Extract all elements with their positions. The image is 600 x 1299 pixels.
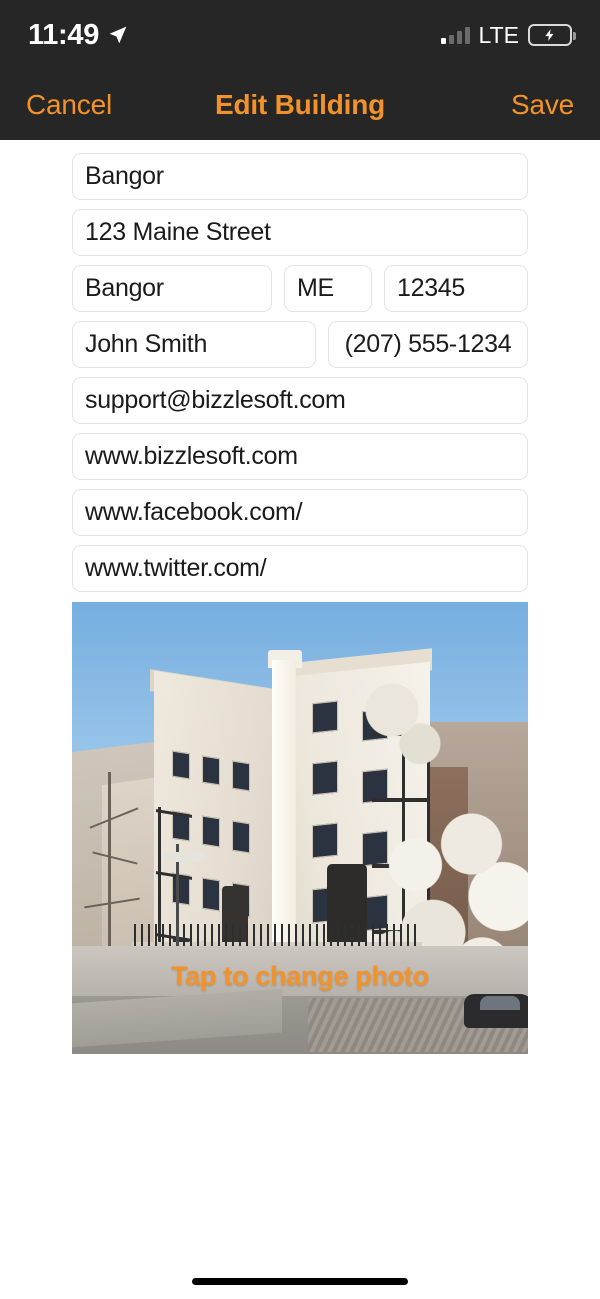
phone-input[interactable]: (207) 555-1234 [328,321,528,368]
cancel-button[interactable]: Cancel [26,89,112,121]
navigation-bar: Cancel Edit Building Save [0,70,600,140]
state-input[interactable]: ME [284,265,372,312]
twitter-input[interactable]: www.twitter.com/ [72,545,528,592]
tap-to-change-photo-label[interactable]: Tap to change photo [72,961,528,992]
facebook-row: www.facebook.com/ [72,489,528,536]
photo-parked-car-window [480,996,520,1010]
building-name-row: Bangor [72,153,528,200]
save-button[interactable]: Save [511,89,574,121]
network-type-label: LTE [478,21,519,48]
status-bar-right: LTE [440,21,576,49]
city-state-zip-row: Bangor ME 12345 [72,265,528,312]
photo-street-sign-board [164,852,204,862]
twitter-row: www.twitter.com/ [72,545,528,592]
contact-phone-row: John Smith (207) 555-1234 [72,321,528,368]
building-photo[interactable]: Tap to change photo [72,602,528,1054]
photo-blossom-tree-upper [342,662,442,782]
status-bar-left: 11:49 [28,18,128,51]
home-indicator[interactable] [192,1278,408,1285]
email-input[interactable]: support@bizzlesoft.com [72,377,528,424]
edit-building-form: Bangor 123 Maine Street Bangor ME 12345 … [0,140,600,592]
battery-charging-icon [528,24,576,46]
building-name-input[interactable]: Bangor [72,153,528,200]
street-address-input[interactable]: 123 Maine Street [72,209,528,256]
status-bar-clock: 11:49 [28,18,100,51]
location-arrow-icon [109,26,127,44]
website-row: www.bizzlesoft.com [72,433,528,480]
street-row: 123 Maine Street [72,209,528,256]
cellular-signal-icon [440,26,470,44]
content-area: Bangor 123 Maine Street Bangor ME 12345 … [0,140,600,1299]
email-row: support@bizzlesoft.com [72,377,528,424]
contact-name-input[interactable]: John Smith [72,321,316,368]
website-input[interactable]: www.bizzlesoft.com [72,433,528,480]
status-bar: 11:49 LTE [0,0,600,70]
city-input[interactable]: Bangor [72,265,272,312]
page-title: Edit Building [214,89,386,120]
phone-screen: 11:49 LTE Cancel Edit Building Save Bang… [0,0,600,1299]
facebook-input[interactable]: www.facebook.com/ [72,489,528,536]
zip-input[interactable]: 12345 [384,265,528,312]
